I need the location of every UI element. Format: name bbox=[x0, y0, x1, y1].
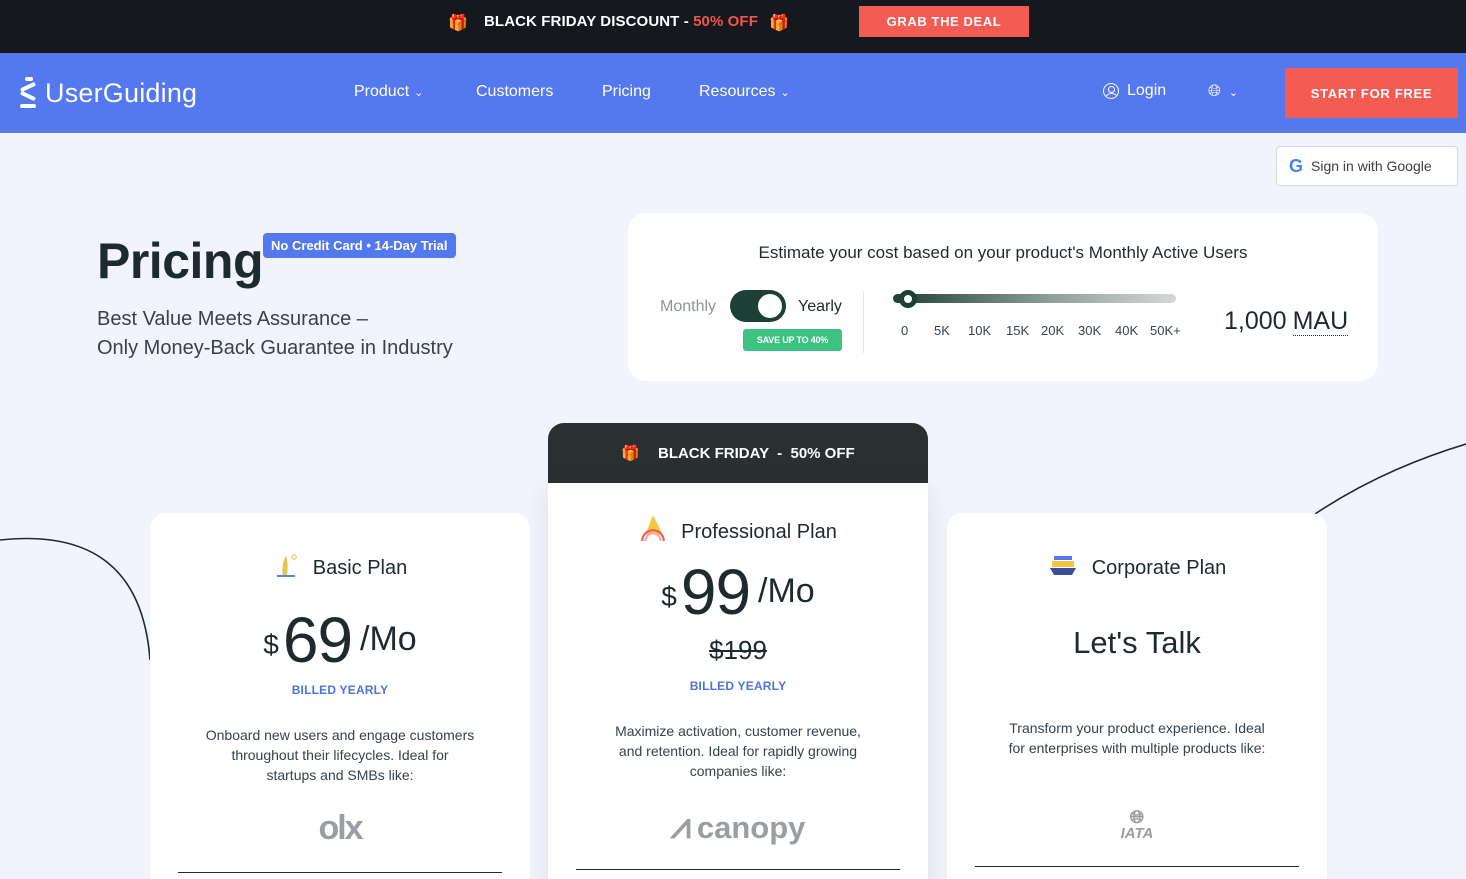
black-friday-banner: 🎁 BLACK FRIDAY - 50% OFF bbox=[548, 423, 928, 483]
language-selector[interactable]: 🌐︎ ⌄ bbox=[1208, 83, 1238, 101]
main-nav: UserGuiding Product ⌄ Customers Pricing R… bbox=[0, 53, 1466, 133]
promo-text: BLACK FRIDAY DISCOUNT - 50% OFF bbox=[484, 13, 758, 30]
plan-name: Professional Plan bbox=[548, 513, 928, 544]
plan-name: Basic Plan bbox=[150, 553, 530, 580]
google-icon: G bbox=[1289, 155, 1304, 176]
slider-tick: 20K bbox=[1041, 323, 1065, 338]
gift-icon: 🎁 bbox=[448, 15, 468, 32]
billing-toggle[interactable] bbox=[730, 290, 786, 322]
surfboard-icon bbox=[276, 554, 297, 577]
save-badge: SAVE UP TO 40% bbox=[743, 329, 842, 351]
divider bbox=[975, 866, 1299, 867]
plan-name: Corporate Plan bbox=[947, 553, 1327, 580]
slider-tick: 5K bbox=[934, 323, 950, 338]
page-title: Pricing bbox=[97, 233, 263, 289]
gift-icon: 🎁 bbox=[769, 15, 789, 32]
divider bbox=[576, 869, 900, 870]
chevron-down-icon: ⌄ bbox=[780, 87, 790, 99]
billing-period: BILLED YEARLY bbox=[291, 683, 389, 697]
plan-price: $69/Mo bbox=[263, 604, 417, 676]
lets-talk-heading: Let's Talk bbox=[1073, 625, 1201, 660]
client-logo-iata: 🌐︎ IATA bbox=[947, 807, 1327, 842]
google-signin-label: Sign in with Google bbox=[1311, 158, 1432, 174]
divider bbox=[863, 291, 864, 353]
slider-ticks: 0 5K 10K 15K 20K 30K 40K 50K+ bbox=[893, 323, 1193, 339]
userguiding-logo-icon bbox=[19, 77, 38, 109]
login-link[interactable]: Login bbox=[1103, 82, 1166, 100]
plan-description: Maximize activation, customer revenue, a… bbox=[615, 723, 861, 779]
brand-name: UserGuiding bbox=[45, 77, 198, 108]
mau-slider-track[interactable] bbox=[893, 294, 1176, 303]
client-logo-olx: olx bbox=[318, 809, 363, 847]
professional-plan-card: Professional Plan $99/Mo $199 BILLED YEA… bbox=[548, 483, 928, 879]
nav-customers[interactable]: Customers bbox=[476, 83, 553, 101]
plan-description: Onboard new users and engage customers t… bbox=[205, 727, 475, 783]
yearly-label[interactable]: Yearly bbox=[798, 298, 842, 316]
user-icon bbox=[1103, 83, 1119, 99]
nav-pricing[interactable]: Pricing bbox=[602, 83, 651, 101]
promo-bar: 🎁 BLACK FRIDAY DISCOUNT - 50% OFF 🎁 GRAB… bbox=[0, 0, 1466, 53]
promo-discount: 50% OFF bbox=[693, 13, 758, 30]
canopy-icon: ⩘ bbox=[670, 805, 691, 846]
plan-description: Transform your product experience. Ideal… bbox=[1008, 720, 1266, 756]
slider-tick: 50K+ bbox=[1150, 323, 1181, 338]
slider-tick: 40K bbox=[1115, 323, 1139, 338]
sailboat-icon bbox=[641, 515, 666, 541]
mau-readout: 1,000 MAU bbox=[1224, 307, 1349, 336]
slider-tick: 15K bbox=[1006, 323, 1030, 338]
chevron-down-icon: ⌄ bbox=[414, 87, 424, 99]
slider-tick: 30K bbox=[1078, 323, 1102, 338]
trial-badge: No Credit Card • 14-Day Trial bbox=[263, 233, 456, 258]
globe-icon: 🌐︎ bbox=[1208, 83, 1221, 100]
nav-resources[interactable]: Resources ⌄ bbox=[699, 83, 790, 101]
estimator-title: Estimate your cost based on your product… bbox=[758, 243, 1248, 262]
brand-logo[interactable]: UserGuiding bbox=[19, 73, 198, 113]
mau-slider-handle[interactable] bbox=[899, 290, 917, 308]
slider-tick: 10K bbox=[968, 323, 992, 338]
ship-icon bbox=[1049, 556, 1076, 575]
slider-tick: 0 bbox=[901, 323, 909, 338]
billing-period: BILLED YEARLY bbox=[689, 679, 787, 693]
basic-plan-card: Basic Plan $69/Mo BILLED YEARLY Onboard … bbox=[150, 513, 530, 879]
google-signin-button[interactable]: G Sign in with Google bbox=[1276, 146, 1458, 186]
gift-icon: 🎁 bbox=[621, 445, 640, 462]
client-logo-canopy: ⩘ canopy bbox=[670, 805, 806, 846]
divider bbox=[178, 872, 502, 873]
corporate-plan-card: Corporate Plan Let's Talk Transform your… bbox=[947, 513, 1327, 879]
hero-subtitle: Best Value Meets Assurance – Only Money-… bbox=[97, 308, 453, 359]
cost-estimator: Estimate your cost based on your product… bbox=[628, 213, 1378, 381]
monthly-label[interactable]: Monthly bbox=[660, 298, 716, 316]
original-price: $199 bbox=[709, 635, 767, 665]
nav-product[interactable]: Product ⌄ bbox=[354, 83, 423, 101]
grab-the-deal-button[interactable]: GRAB THE DEAL bbox=[859, 6, 1029, 37]
toggle-knob bbox=[758, 294, 782, 318]
mau-unit: MAU bbox=[1292, 307, 1349, 336]
start-for-free-button[interactable]: START FOR FREE bbox=[1285, 68, 1458, 118]
plan-price: $99/Mo bbox=[661, 556, 815, 628]
globe-emblem-icon: 🌐︎ bbox=[1129, 807, 1145, 827]
chevron-down-icon: ⌄ bbox=[1228, 87, 1239, 99]
